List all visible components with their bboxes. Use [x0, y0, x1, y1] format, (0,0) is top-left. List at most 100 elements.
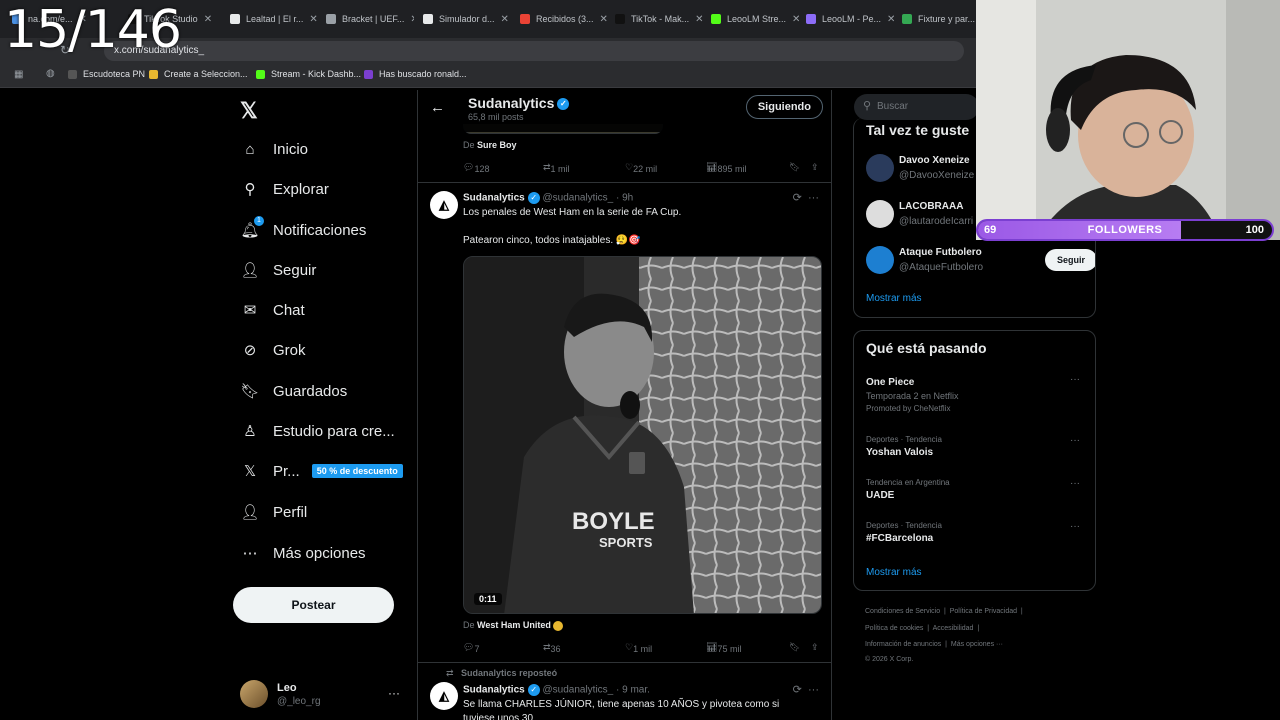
trend-item[interactable]: Deportes · Tendencia Yoshan Valois ··· — [866, 435, 1088, 458]
nav-item-perfil[interactable]: 👤︎ Perfil — [240, 497, 307, 527]
nav-item-chat[interactable]: ✉ Chat — [240, 295, 305, 325]
tweet-avatar[interactable]: ◭ — [430, 191, 458, 219]
repost-button[interactable]: ⇄ 36 — [543, 642, 561, 654]
share-icon[interactable]: ⇪ — [811, 162, 819, 173]
browser-tab[interactable]: Bracket | UEF... ✕ — [326, 8, 414, 30]
nav-item-label: Explorar — [273, 180, 329, 198]
bookmark-icon[interactable]: 🔖︎ — [789, 642, 800, 653]
follow-button[interactable]: Seguir — [1044, 249, 1095, 271]
nav-item-notificaciones[interactable]: 🔔︎ 1 Notificaciones — [240, 215, 366, 245]
like-button[interactable]: ♡ 22 mil — [625, 162, 657, 174]
back-arrow-icon[interactable]: ← — [430, 99, 445, 116]
tab-close-icon[interactable]: ✕ — [792, 14, 799, 25]
tweet-avatar[interactable]: ◭ — [430, 682, 458, 710]
trend-item[interactable]: One Piece Temporada 2 en Netflix Promoted … — [866, 374, 1088, 413]
bookmark-item[interactable]: Stream - Kick Dashb... — [256, 69, 361, 79]
browser-tab[interactable]: Recibidos (3... ✕ — [520, 8, 608, 30]
reply-button[interactable]: 💬︎ 7 — [463, 642, 479, 654]
tab-close-icon[interactable]: ✕ — [600, 14, 608, 25]
post-button[interactable]: Postear — [233, 587, 394, 623]
repost-indicator: ⇄ Sudanalytics reposteó — [446, 668, 558, 678]
bookmark-icon[interactable]: 🔖︎ — [789, 162, 800, 173]
tweet-time[interactable]: · 9h — [616, 193, 633, 204]
tweet-author[interactable]: Sudanalytics — [463, 193, 525, 204]
credit-source[interactable]: West Ham United — [477, 620, 551, 630]
apps-grid-icon[interactable]: ▦ — [14, 69, 23, 80]
tab-close-icon[interactable]: ✕ — [309, 14, 317, 25]
account-switcher[interactable]: Leo @_leo_rg ··· — [240, 676, 410, 712]
bookmark-item[interactable]: Escudoteca PN — [68, 69, 145, 79]
followers-label: FOLLOWERS — [1087, 224, 1163, 236]
more-dots-icon[interactable]: ··· — [388, 686, 400, 700]
avatar — [866, 200, 894, 228]
repost-button[interactable]: ⇄ 1 mil — [543, 162, 570, 174]
browser-tab[interactable]: Simulador d... ✕ — [423, 8, 511, 30]
show-more-link[interactable]: Mostrar más — [866, 293, 922, 304]
reply-button[interactable]: 💬︎ 128 — [463, 162, 489, 174]
like-button[interactable]: ♡ 1 mil — [625, 642, 652, 654]
views-button[interactable]: 📊︎ 75 mil — [706, 642, 741, 654]
browser-tab[interactable]: LeooLM - Pe... ✕ — [806, 8, 894, 30]
nav-item-estudio-para-cre[interactable]: ♙ Estudio para cre... — [240, 416, 394, 446]
tweet-handle[interactable]: @sudanalytics_ — [542, 193, 613, 204]
bookmark-item[interactable]: Has buscado ronald... — [364, 69, 467, 79]
tab-close-icon[interactable]: ✕ — [887, 14, 894, 25]
url-field[interactable]: x.com/sudanalytics_ — [104, 41, 964, 61]
footer-link[interactable]: Política de cookies — [865, 625, 923, 632]
share-icon[interactable]: ⇪ — [811, 642, 819, 653]
tweet-more-icon[interactable]: ⟳ ··· — [793, 191, 819, 204]
footer-link[interactable]: Más opciones ··· — [951, 641, 1003, 648]
trend-more-icon[interactable]: ··· — [1070, 478, 1080, 489]
nav-item-más-opciones[interactable]: ⋯ Más opciones — [240, 538, 366, 568]
tweet-more-icon[interactable]: ⟳ ··· — [793, 683, 819, 696]
views-button[interactable]: 📊︎ 895 mil — [706, 162, 746, 174]
tab-close-icon[interactable]: ✕ — [410, 14, 414, 25]
footer-link[interactable]: Política de Privacidad — [950, 608, 1017, 615]
bookmark-item[interactable]: Create a Seleccion... — [149, 69, 248, 79]
suggested-user-handle: @AtaqueFutbolero — [899, 262, 984, 273]
reposted-by[interactable]: Sudanalytics reposteó — [461, 668, 557, 678]
tweet-author[interactable]: Sudanalytics — [463, 685, 525, 696]
tweet-video[interactable]: BOYLE SPORTS 0:11 — [463, 256, 822, 614]
show-more-link[interactable]: Mostrar más — [866, 567, 922, 578]
trend-more-icon[interactable]: ··· — [1070, 521, 1080, 532]
globe-icon[interactable]: ◍ — [46, 68, 55, 79]
trend-item[interactable]: Deportes · Tendencia #FCBarcelona ··· — [866, 521, 1088, 544]
footer-link[interactable]: Condiciones de Servicio — [865, 608, 940, 615]
tweet-time[interactable]: · 9 mar. — [616, 685, 650, 696]
tweet-actions: 💬︎ 7 ⇄ 36 ♡ 1 mil 📊︎ 75 mil 🔖︎ ⇪ — [463, 640, 823, 656]
nav-item-guardados[interactable]: 🔖︎ Guardados — [240, 376, 347, 406]
webcam-frame — [976, 0, 1280, 240]
notification-badge: 1 — [254, 216, 264, 226]
tab-close-icon[interactable]: ✕ — [204, 14, 212, 25]
nav-item-pr[interactable]: 𝕏 Pr... 50 % de descuento — [240, 456, 403, 486]
search-input[interactable]: ⚲ Buscar — [854, 94, 979, 120]
tweet-handle[interactable]: @sudanalytics_ — [542, 685, 613, 696]
browser-tab[interactable]: LeooLM Stre... ✕ — [711, 8, 799, 30]
following-button[interactable]: Siguiendo — [745, 95, 823, 119]
nav-item-seguir[interactable]: 👤︎ Seguir — [240, 255, 316, 285]
account-handle: @_leo_rg — [277, 696, 321, 707]
trend-more-icon[interactable]: ··· — [1070, 435, 1080, 446]
browser-tab[interactable]: Lealtad | El r... ✕ — [230, 8, 318, 30]
footer-link[interactable]: Accesibilidad — [933, 625, 974, 632]
trend-item[interactable]: Tendencia en Argentina UADE ··· — [866, 478, 1088, 501]
tab-close-icon[interactable]: ✕ — [695, 14, 703, 25]
browser-tab[interactable]: TikTok - Mak... ✕ — [615, 8, 703, 30]
nav-item-explorar[interactable]: ⚲ Explorar — [240, 174, 329, 204]
nav-item-grok[interactable]: ⊘ Grok — [240, 335, 306, 365]
tab-close-icon[interactable]: ✕ — [501, 14, 509, 25]
suggested-user[interactable]: Ataque Futbolero @AtaqueFutbolero Seguir — [866, 244, 1095, 278]
footer-link[interactable]: Información de anuncios — [865, 641, 941, 648]
creator-studio-icon: ♙ — [243, 423, 257, 440]
trend-more-icon[interactable]: ··· — [1070, 374, 1080, 385]
followers-goal: 100 — [1245, 224, 1264, 236]
prev-credit-source[interactable]: Sure Boy — [477, 140, 517, 150]
suggested-user-name: Ataque Futbolero — [899, 247, 982, 258]
nav-item-label: Guardados — [273, 382, 348, 400]
nav-item-inicio[interactable]: ⌂ Inicio — [240, 134, 308, 164]
x-logo-icon[interactable]: 𝕏 — [240, 98, 258, 124]
bookmark-favicon-icon — [68, 69, 77, 79]
bookmark-favicon-icon — [364, 69, 373, 79]
x-premium-icon: 𝕏 — [243, 463, 257, 480]
